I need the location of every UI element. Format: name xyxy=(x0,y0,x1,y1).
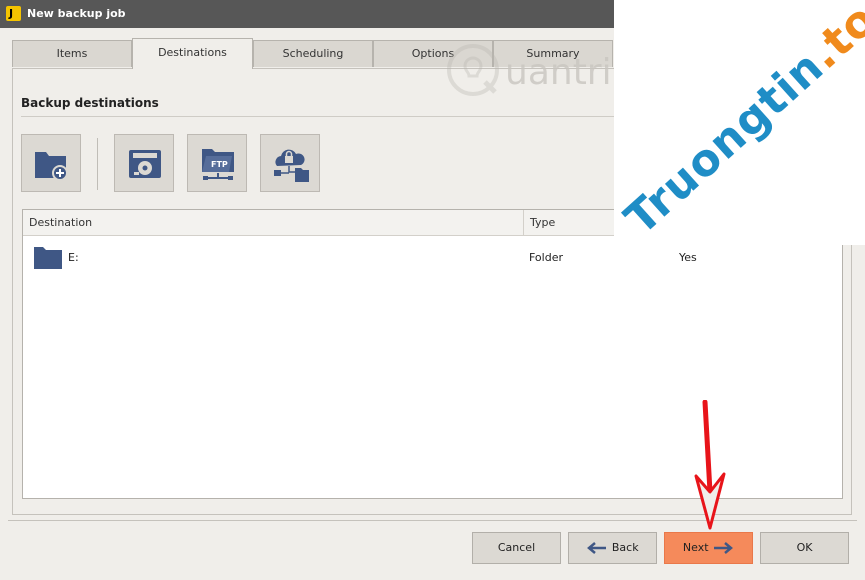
next-label: Next xyxy=(682,541,709,554)
cloud-lock-folder-icon xyxy=(274,149,309,182)
arrow-right-icon xyxy=(714,542,734,554)
cloud-destination-button[interactable] xyxy=(260,134,320,192)
ftp-destination-button[interactable]: FTP xyxy=(187,134,247,192)
tab-items[interactable]: Items xyxy=(12,40,132,67)
cancel-button[interactable]: Cancel xyxy=(472,532,561,564)
tab-destinations[interactable]: Destinations xyxy=(132,38,253,69)
column-header-destination[interactable]: Destination xyxy=(23,210,523,235)
cancel-label: Cancel xyxy=(497,541,536,554)
local-drive-icon xyxy=(129,150,161,178)
ok-label: OK xyxy=(796,541,813,554)
truongtin-watermark: Truongtin.top xyxy=(615,0,865,245)
add-folder-destination-button[interactable] xyxy=(21,134,81,192)
watermark-overlay: Truongtin.top xyxy=(614,0,865,245)
back-label: Back xyxy=(611,541,639,554)
quantri-watermark: uantri xyxy=(505,52,612,93)
ok-button[interactable]: OK xyxy=(760,532,849,564)
local-drive-destination-button[interactable] xyxy=(114,134,174,192)
watermark-brand: Truongtin xyxy=(615,41,834,245)
next-button[interactable]: Next xyxy=(664,532,753,564)
arrow-left-icon xyxy=(587,542,607,554)
back-button[interactable]: Back xyxy=(568,532,657,564)
ftp-folder-icon: FTP xyxy=(202,149,234,180)
type-cell: Folder xyxy=(529,251,563,264)
window-title: New backup job xyxy=(27,7,126,20)
add-folder-icon xyxy=(35,152,68,181)
section-title: Backup destinations xyxy=(21,96,159,110)
app-icon: J xyxy=(6,6,21,21)
lightbulb-watermark-icon xyxy=(447,44,499,96)
third-column-cell: Yes xyxy=(679,251,697,264)
app-icon-letter: J xyxy=(9,7,14,20)
ftp-label: FTP xyxy=(211,160,228,169)
tab-scheduling[interactable]: Scheduling xyxy=(253,40,373,67)
destination-cell: E: xyxy=(68,251,79,264)
red-annotation-arrow xyxy=(694,400,726,530)
toolbar-separator xyxy=(97,138,98,190)
folder-icon xyxy=(34,247,62,269)
